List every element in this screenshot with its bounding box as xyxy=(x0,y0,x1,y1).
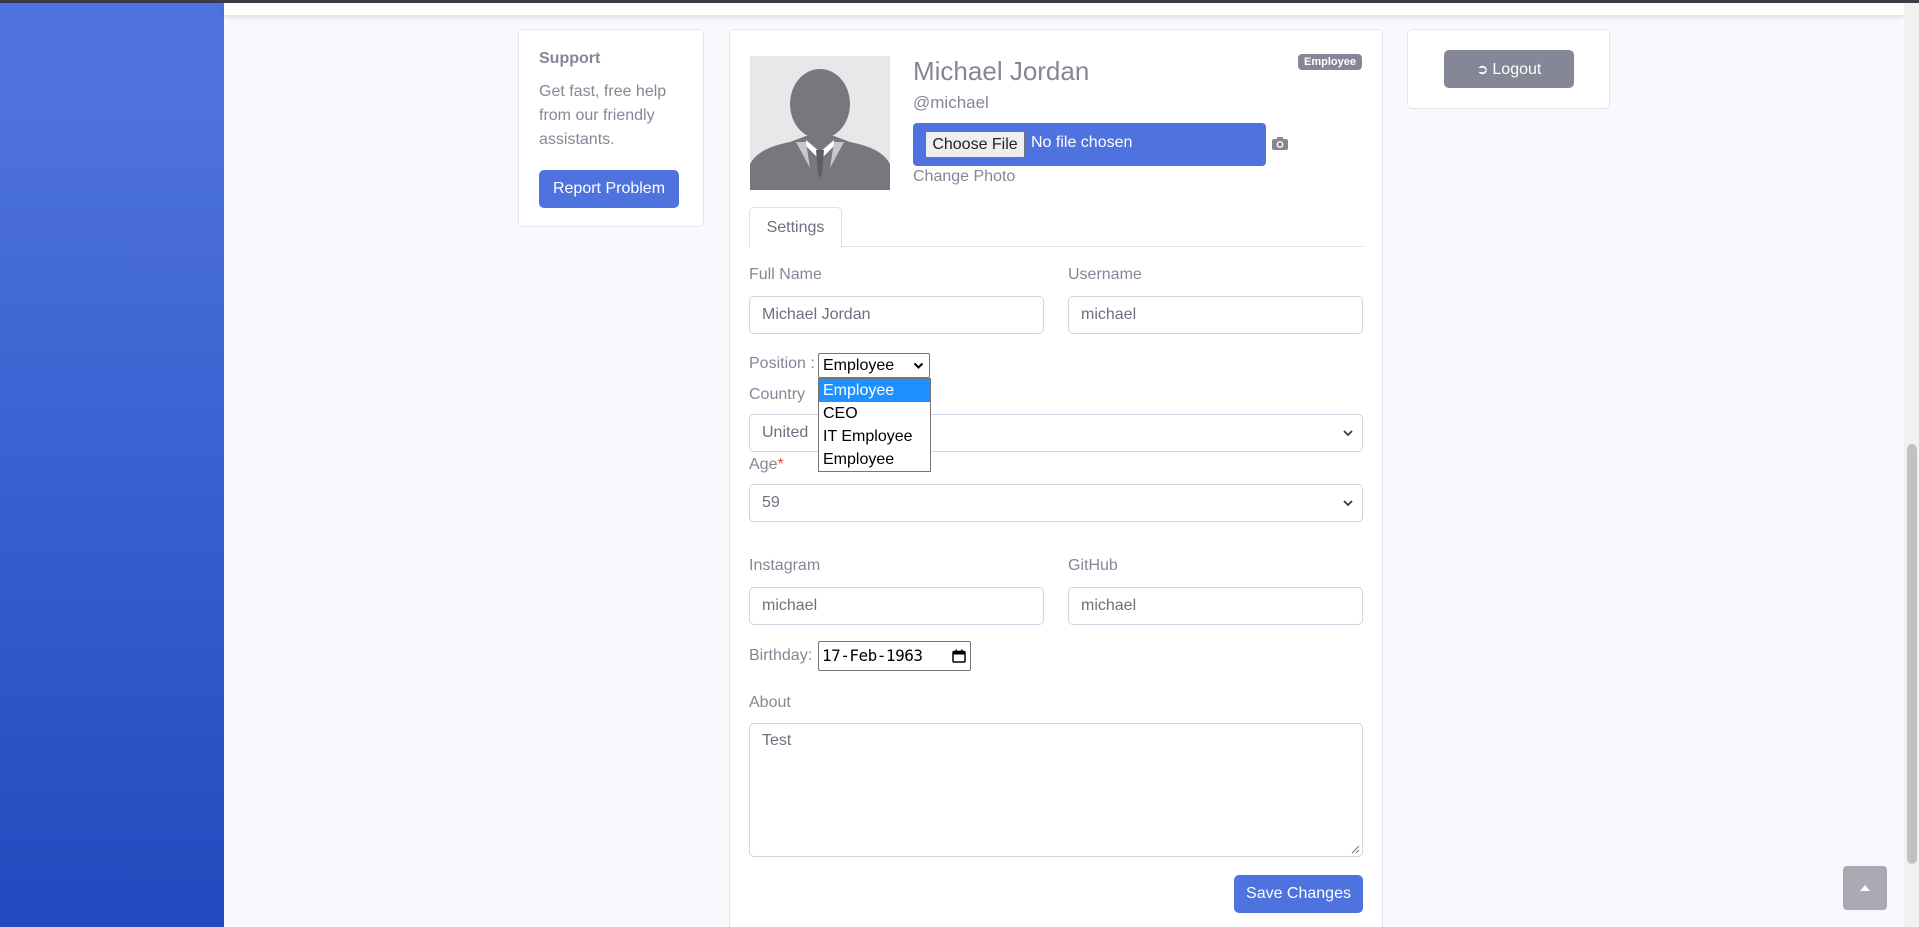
position-label: Position : xyxy=(749,355,815,372)
age-label: Age* xyxy=(749,456,784,474)
role-badge: Employee xyxy=(1298,54,1362,70)
position-option[interactable]: Employee xyxy=(819,379,930,402)
country-label: Country xyxy=(749,386,806,403)
profile-handle: @michael xyxy=(913,93,989,112)
birthday-label: Birthday: xyxy=(749,647,813,664)
github-label: GitHub xyxy=(1068,557,1118,574)
change-photo-label: Change Photo xyxy=(913,168,1016,185)
save-changes-button[interactable]: Save Changes xyxy=(1234,875,1363,913)
profile-name: Michael Jordan xyxy=(913,56,1090,86)
settings-tabs: Settings xyxy=(749,207,1363,248)
support-card: Support Get fast, free help from our fri… xyxy=(518,29,704,227)
full-name-label: Full Name xyxy=(749,266,822,283)
calendar-icon[interactable] xyxy=(952,649,966,663)
username-label: Username xyxy=(1068,266,1142,283)
profile-card: Michael Jordan @michael Employee Choose … xyxy=(729,29,1383,927)
tab-settings[interactable]: Settings xyxy=(749,207,842,248)
report-problem-button[interactable]: Report Problem xyxy=(539,170,679,208)
chevron-down-icon xyxy=(913,362,924,369)
instagram-label: Instagram xyxy=(749,557,821,574)
chevron-down-icon xyxy=(1343,500,1353,507)
birthday-date-input[interactable]: 17-Feb-1963 xyxy=(818,641,971,671)
window-top-border xyxy=(0,0,1919,3)
age-select[interactable]: 59 xyxy=(749,484,1363,522)
about-label: About xyxy=(749,694,791,711)
person-silhouette-icon xyxy=(750,56,890,190)
file-input[interactable]: Choose File No file chosen xyxy=(913,123,1266,166)
sidebar xyxy=(0,0,224,927)
position-option[interactable]: IT Employee xyxy=(819,425,930,448)
full-name-input[interactable]: Michael Jordan xyxy=(749,296,1044,334)
profile-avatar xyxy=(750,56,890,190)
age-value: 59 xyxy=(762,494,780,511)
position-dropdown-list: Employee CEO IT Employee Employee xyxy=(818,378,931,472)
position-selected-value: Employee xyxy=(823,357,895,374)
about-value: Test xyxy=(762,732,792,749)
support-title: Support xyxy=(539,50,601,67)
logout-card: ➲ Logout xyxy=(1407,29,1610,109)
sign-out-icon: ➲ xyxy=(1476,61,1489,77)
required-asterisk: * xyxy=(777,456,784,473)
instagram-input[interactable]: michael xyxy=(749,587,1044,625)
logout-button[interactable]: ➲ Logout xyxy=(1444,50,1574,88)
country-value: United xyxy=(762,424,809,441)
resize-grip-icon[interactable] xyxy=(1351,845,1360,854)
camera-icon[interactable] xyxy=(1271,134,1289,152)
support-text: Get fast, free help from our friendly as… xyxy=(539,83,667,148)
age-label-text: Age xyxy=(749,456,778,473)
position-option[interactable]: CEO xyxy=(819,402,930,425)
logout-label: Logout xyxy=(1492,61,1542,78)
position-option[interactable]: Employee xyxy=(819,448,930,471)
chevron-down-icon xyxy=(1343,430,1353,437)
chevron-up-icon xyxy=(1860,885,1870,891)
github-input[interactable]: michael xyxy=(1068,587,1363,625)
choose-file-button[interactable]: Choose File xyxy=(925,131,1025,158)
scroll-to-top-button[interactable] xyxy=(1843,866,1887,910)
birthday-value: 17-Feb-1963 xyxy=(822,646,923,665)
about-textarea[interactable]: Test xyxy=(749,723,1363,857)
username-input[interactable]: michael xyxy=(1068,296,1363,334)
topbar-edge xyxy=(224,3,1904,15)
scrollbar-thumb[interactable] xyxy=(1907,444,1917,864)
file-status-text: No file chosen xyxy=(1031,134,1133,151)
position-select[interactable]: Employee xyxy=(818,353,930,378)
